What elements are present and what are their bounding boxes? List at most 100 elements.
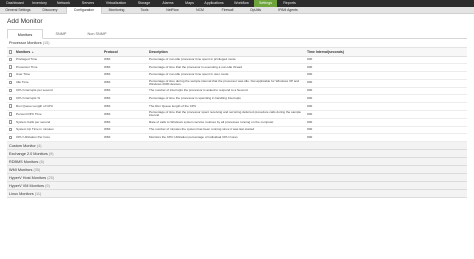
description-cell: The number of minutes the system has bee… xyxy=(147,126,305,135)
checkbox-icon[interactable] xyxy=(9,104,13,108)
subnav-item-configuration[interactable]: Configuration xyxy=(66,6,102,14)
interval-cell: 900 xyxy=(305,102,467,111)
monitor-name: Idle Time xyxy=(14,79,102,88)
checkbox-icon[interactable] xyxy=(9,57,13,62)
checkbox-icon[interactable] xyxy=(9,96,13,101)
protocol-cell: WMI xyxy=(102,110,147,120)
table-row[interactable]: CPU Interrupts per second WMI The number o… xyxy=(7,87,467,96)
row-select[interactable] xyxy=(7,56,14,65)
column-header-interval[interactable]: Time Interval(seconds) xyxy=(305,48,467,57)
column-header-description[interactable]: Description xyxy=(147,48,305,57)
protocol-cell: WMI xyxy=(102,102,147,111)
table-row[interactable]: Privileged Time WMI Percentage of non-idle… xyxy=(7,56,467,65)
description-cell: Percentage of time that the processor is… xyxy=(147,63,305,72)
section-title: Processor Monitors xyxy=(9,41,42,45)
sub-navigation-bar: General Settings Discovery Configuration Mo… xyxy=(0,6,474,14)
subnav-item-ncm[interactable]: NCM xyxy=(187,7,213,14)
row-select[interactable] xyxy=(7,118,14,127)
table-header-row: Monitors ▲ Protocol Description Time Int… xyxy=(7,48,467,57)
row-select[interactable] xyxy=(7,63,14,72)
processor-monitors-header[interactable]: Processor Monitors (15) xyxy=(7,39,467,48)
monitor-name: Privileged Time xyxy=(14,56,102,65)
subnav-item-general-settings[interactable]: General Settings xyxy=(2,7,34,14)
section-title: RDBMS Monitors xyxy=(9,160,39,165)
monitor-group-header[interactable]: WMI Monitors (35) xyxy=(7,166,467,175)
protocol-cell: WMI xyxy=(102,71,147,80)
checkbox-icon[interactable] xyxy=(9,89,13,93)
interval-cell: 900 xyxy=(305,118,467,127)
table-row[interactable]: System Calls per second WMI Rate of calls … xyxy=(7,118,467,127)
monitor-group-header[interactable]: Linux Monitors (11) xyxy=(7,190,467,199)
column-header-monitors[interactable]: Monitors ▲ xyxy=(14,48,102,57)
monitors-table: Monitors ▲ Protocol Description Time Int… xyxy=(7,48,467,143)
sort-desc-icon[interactable]: ▲ xyxy=(31,50,34,54)
table-row[interactable]: Processor Time WMI Percentage of time that… xyxy=(7,63,467,72)
checkbox-icon[interactable] xyxy=(9,127,13,132)
row-select[interactable] xyxy=(7,87,14,96)
subnav-item-ipam-agents[interactable]: IPAM Agents xyxy=(269,7,307,14)
description-cell: Percentage of time that the processor sp… xyxy=(147,110,305,120)
table-row[interactable]: CPU Interrupts % WMI Percentage of time th… xyxy=(7,94,467,104)
checkbox-icon[interactable] xyxy=(9,65,13,69)
interval-cell: 900 xyxy=(305,87,467,96)
monitor-name: CPU Utilization Per Core xyxy=(14,133,102,143)
monitor-group-header[interactable]: HyperV VM Monitors (9) xyxy=(7,182,467,191)
table-row[interactable]: CPU Utilization Per Core WMI Monitors the … xyxy=(7,133,467,143)
monitor-name: Run Queue Length of CPU xyxy=(14,102,102,111)
section-count: (6) xyxy=(39,160,45,165)
section-title: Exchange 2.0 Monitors xyxy=(9,152,48,157)
section-title: HyperV Host Monitors xyxy=(9,176,47,181)
subnav-item-tools[interactable]: Tools xyxy=(131,7,158,14)
table-row[interactable]: System Up Time in minutes WMI The number o… xyxy=(7,126,467,135)
interval-cell: 900 xyxy=(305,79,467,88)
subnav-item-oputils[interactable]: OpUtils xyxy=(242,7,269,14)
monitor-name: User Time xyxy=(14,71,102,80)
protocol-cell: WMI xyxy=(102,56,147,65)
protocol-cell: WMI xyxy=(102,94,147,104)
interval-cell: 900 xyxy=(305,110,467,120)
checkbox-icon[interactable] xyxy=(9,50,13,54)
section-count: (25) xyxy=(47,176,54,181)
row-select[interactable] xyxy=(7,102,14,111)
monitor-group-header[interactable]: Custom Monitor (4) xyxy=(7,142,467,151)
row-select[interactable] xyxy=(7,110,14,120)
interval-cell: 900 xyxy=(305,71,467,80)
section-count: (9) xyxy=(45,184,50,189)
section-title: WMI Monitors xyxy=(9,168,33,173)
checkbox-icon[interactable] xyxy=(9,112,13,116)
select-all-header[interactable] xyxy=(7,48,14,57)
description-cell: Percentage of non-idle processor time sp… xyxy=(147,71,305,80)
protocol-cell: WMI xyxy=(102,126,147,135)
column-header-protocol[interactable]: Protocol xyxy=(102,48,147,57)
monitor-name: CPU Interrupts per second xyxy=(14,87,102,96)
subnav-item-monitoring[interactable]: Monitoring xyxy=(102,7,131,14)
description-cell: Percentage of non-idle processor time sp… xyxy=(147,56,305,65)
section-count: (9) xyxy=(48,152,54,157)
row-select[interactable] xyxy=(7,126,14,135)
monitor-group-header[interactable]: RDBMS Monitors (6) xyxy=(7,158,467,167)
table-row[interactable]: Idle Time WMI Percentage of time during th… xyxy=(7,79,467,88)
subnav-item-firewall[interactable]: Firewall xyxy=(213,7,242,14)
tab-non-snmp[interactable]: Non SNMP xyxy=(79,29,115,38)
subnav-item-netflow[interactable]: NetFlow xyxy=(158,7,187,14)
checkbox-icon[interactable] xyxy=(9,73,13,77)
table-row[interactable]: Percent DPC Time WMI Percentage of time th… xyxy=(7,110,467,120)
subnav-item-discovery[interactable]: Discovery xyxy=(34,7,66,14)
checkbox-icon[interactable] xyxy=(9,120,13,124)
section-title: HyperV VM Monitors xyxy=(9,184,45,189)
row-select[interactable] xyxy=(7,94,14,104)
row-select[interactable] xyxy=(7,79,14,88)
row-select[interactable] xyxy=(7,133,14,143)
checkbox-icon[interactable] xyxy=(9,81,13,85)
monitor-group-header[interactable]: HyperV Host Monitors (25) xyxy=(7,174,467,183)
section-count: (11) xyxy=(34,192,42,197)
row-select[interactable] xyxy=(7,71,14,80)
checkbox-icon[interactable] xyxy=(9,135,13,140)
tab-snmp[interactable]: SNMP xyxy=(43,29,79,38)
monitor-group-header[interactable]: Exchange 2.0 Monitors (9) xyxy=(7,150,467,159)
tab-monitors[interactable]: Monitors xyxy=(7,29,43,39)
table-row[interactable]: User Time WMI Percentage of non-idle proce… xyxy=(7,71,467,80)
description-cell: The number of interrupts the processor i… xyxy=(147,87,305,96)
section-count: (15) xyxy=(42,41,50,45)
page-title: Add Monitor xyxy=(7,18,43,25)
